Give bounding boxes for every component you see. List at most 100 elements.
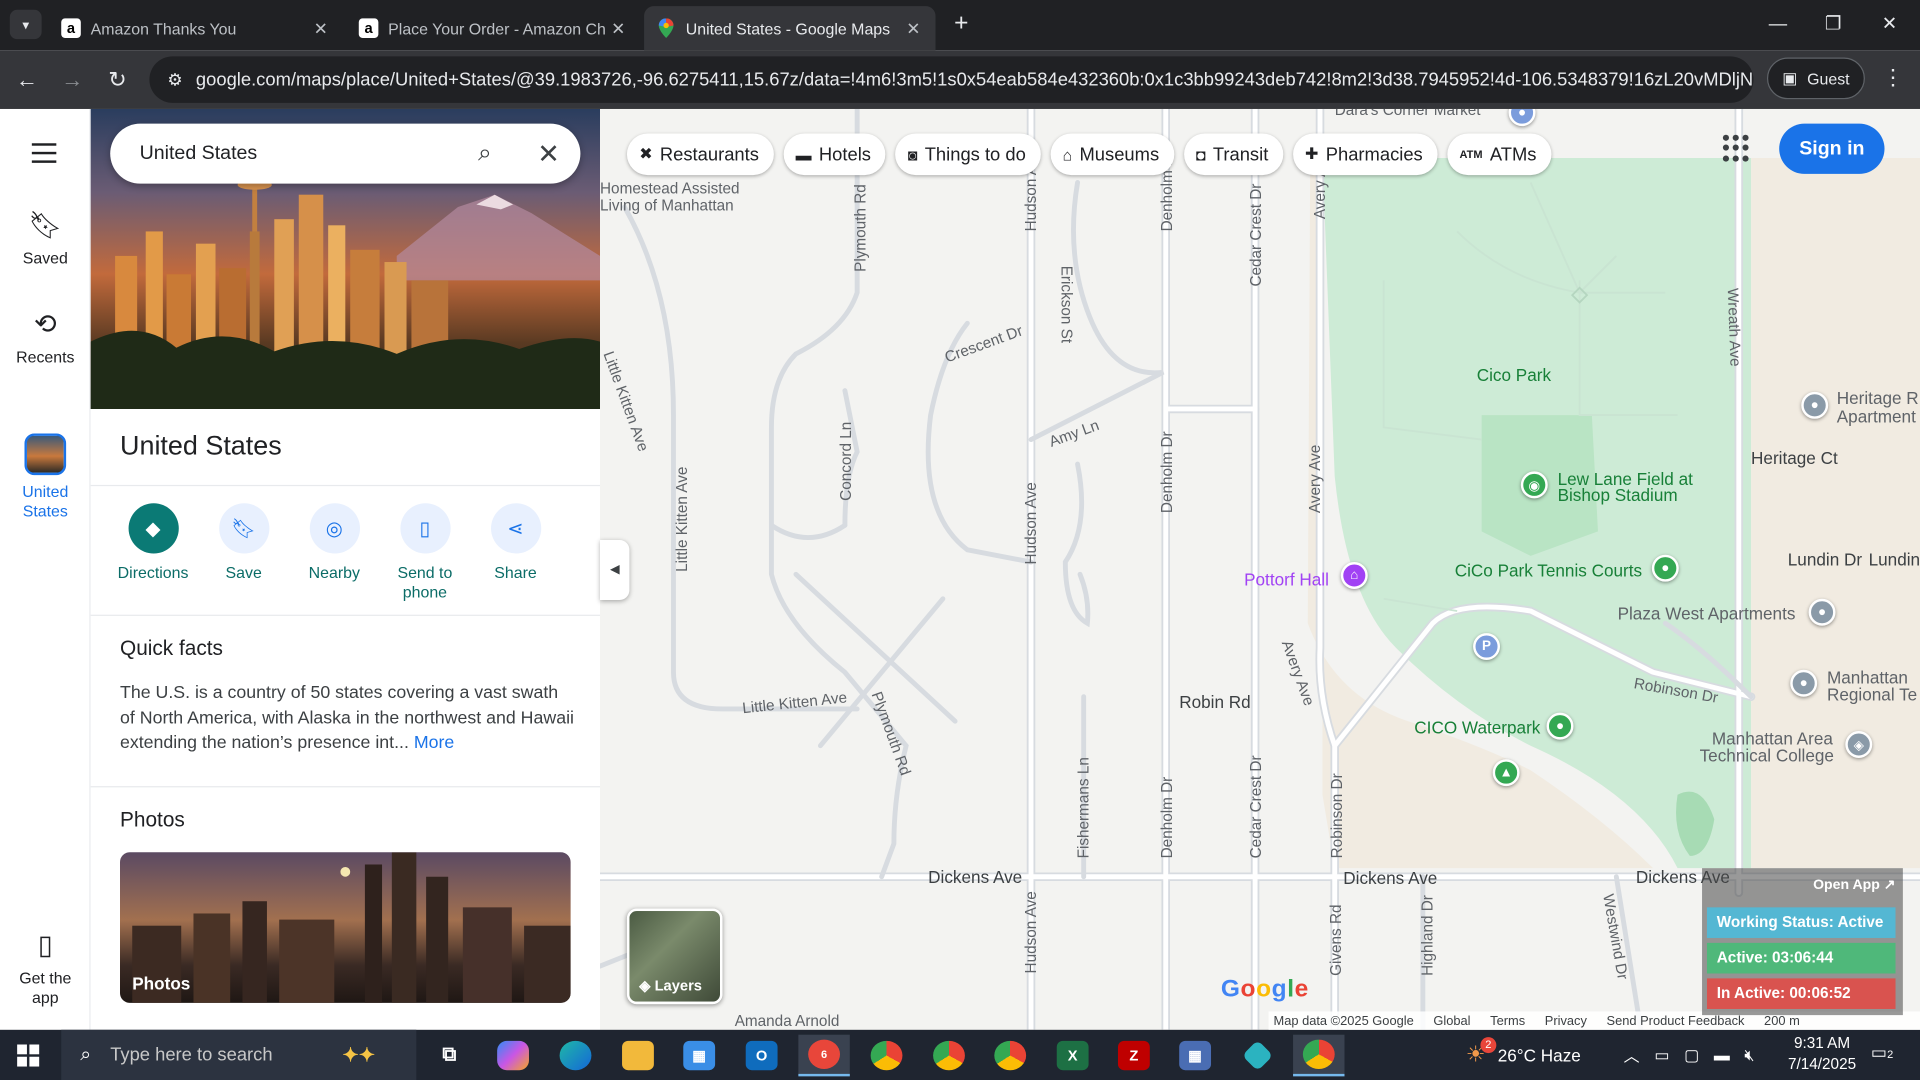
search-highlight-icon[interactable]: ✦✦ [333,1035,384,1077]
site-info-icon[interactable]: ⚙ [154,69,196,90]
browser-menu-icon[interactable]: ⋮ [1878,65,1907,91]
file-explorer-icon[interactable] [612,1035,663,1077]
edge-icon[interactable] [550,1035,601,1077]
poi-label[interactable]: Plaza West Apartments [1618,604,1796,624]
url-text[interactable]: google.com/maps/place/United+States/@39.… [196,69,1754,90]
poi-label[interactable]: Regional Te [1827,684,1917,704]
nearby-button[interactable]: ◎ Nearby [289,503,380,602]
feedback-link[interactable]: Send Product Feedback [1607,1013,1745,1028]
new-tab-button[interactable]: + [948,10,975,39]
search-input[interactable] [110,142,454,165]
rail-item-recents[interactable]: ⟲ Recents [0,309,91,367]
venue-pin-icon[interactable]: ⌂ [1340,562,1368,589]
excel-icon[interactable]: X [1047,1035,1098,1077]
poi-label[interactable]: CiCo Park Tennis Courts [1455,561,1642,581]
poi-label[interactable]: Cico Park [1477,365,1551,385]
open-app-link[interactable]: Open App ↗ [1813,876,1895,893]
forward-icon[interactable]: → [56,64,88,96]
apartment-pin-icon[interactable]: ● [1801,391,1829,419]
weather-widget[interactable]: ☀ 2 26°C Haze [1466,1030,1581,1080]
search-box[interactable]: ⌕ ✕ [110,123,581,184]
filezilla-icon[interactable]: Z [1108,1035,1159,1077]
copilot-icon[interactable] [487,1035,538,1077]
chip-transit[interactable]: ◘ Transit [1183,133,1284,176]
sign-in-button[interactable]: Sign in [1779,123,1885,174]
address-bar[interactable]: ⚙ google.com/maps/place/United+States/@3… [149,56,1753,103]
tennis-pin-icon[interactable]: ● [1651,554,1679,582]
calculator-icon[interactable]: ▦ [1169,1035,1220,1077]
school-pin-icon[interactable]: ● [1790,669,1818,697]
tab-search-button[interactable]: ▾ [9,9,42,40]
close-window-icon[interactable]: ✕ [1862,7,1916,41]
privacy-link[interactable]: Privacy [1545,1013,1587,1028]
chrome-profile-1-icon[interactable] [861,1035,912,1077]
notification-icon[interactable]: ▭2 [1866,1042,1898,1069]
chip-pharmacies[interactable]: ✚ Pharmacies [1292,133,1438,176]
chrome-profile-2-icon[interactable] [923,1035,974,1077]
teams-app-icon[interactable]: 6 [798,1034,850,1077]
poi-label[interactable]: Pottorf Hall [1244,569,1329,589]
device-icon[interactable]: ▢ [1684,1045,1699,1065]
chip-hotels[interactable]: ▬ Hotels [783,133,886,176]
tab-amazon-thanks[interactable]: a Amazon Thanks You ✕ [49,6,343,50]
reload-icon[interactable]: ↻ [102,64,134,96]
poi-label[interactable]: CICO Waterpark [1414,718,1540,738]
tab-place-order[interactable]: a Place Your Order - Amazon Che ✕ [347,6,641,50]
display-icon[interactable]: ▭ [1654,1045,1669,1065]
rail-item-saved[interactable]: 🔖︎ Saved [0,209,91,267]
mute-icon[interactable]: 🔇︎ [1744,1045,1754,1065]
close-icon[interactable]: ✕ [517,138,581,170]
college-pin-icon[interactable]: ◈ [1845,731,1873,758]
minimize-icon[interactable]: — [1751,7,1805,41]
directions-button[interactable]: ◆ Directions [108,503,199,602]
photos-card[interactable]: Photos [120,852,571,1003]
more-link[interactable]: More [414,733,454,753]
tab-close-icon[interactable]: ✕ [309,18,333,39]
app-diamond-icon[interactable] [1232,1035,1283,1077]
store-icon[interactable]: ▦ [673,1035,724,1077]
chip-atms[interactable]: ATM ATMs [1447,133,1552,176]
global-link[interactable]: Global [1433,1013,1470,1028]
terms-link[interactable]: Terms [1490,1013,1525,1028]
profile-button[interactable]: ▣ Guest [1766,57,1865,100]
battery-icon[interactable]: ▬ [1714,1046,1730,1064]
tab-google-maps[interactable]: United States - Google Maps ✕ [644,6,936,51]
search-icon[interactable]: ⌕ [453,140,517,168]
layers-button[interactable]: ◈ Layers [626,908,723,1005]
chrome-profile-3-icon[interactable] [984,1035,1035,1077]
collapse-panel-button[interactable]: ◀ [600,540,630,601]
scale-label[interactable]: 200 m [1764,1013,1800,1028]
chip-restaurants[interactable]: ✖︎ Restaurants [626,133,774,176]
chip-museums[interactable]: ⌂ Museums [1050,133,1174,176]
chevron-up-icon[interactable]: ︿ [1624,1043,1640,1066]
chrome-icon[interactable] [1293,1034,1345,1077]
waterpark-pin-icon[interactable]: ● [1546,712,1574,740]
poi-label[interactable]: Bishop Stadium [1558,485,1678,505]
chip-things-to-do[interactable]: ◙ Things to do [895,133,1041,176]
share-button[interactable]: ⋖ Share [470,503,561,602]
tab-close-icon[interactable]: ✕ [901,18,925,39]
browser-toolbar: ← → ↻ ⚙ google.com/maps/place/United+Sta… [0,50,1920,109]
poi-label[interactable]: Apartment [1837,407,1916,427]
rail-item-united-states[interactable]: United States [0,433,91,521]
poi-label[interactable]: Technical College [1700,746,1834,766]
tab-close-icon[interactable]: ✕ [606,18,630,39]
apartment-pin-icon[interactable]: ● [1808,598,1836,626]
windows-start-icon[interactable] [17,1044,40,1067]
outlook-icon[interactable]: O [736,1035,787,1077]
google-apps-icon[interactable] [1722,134,1750,162]
poi-label[interactable]: Heritage R [1837,388,1919,408]
restore-icon[interactable]: ❐ [1806,7,1860,41]
parking-pin-icon[interactable]: P [1473,633,1501,661]
stadium-pin-icon[interactable]: ◉ [1520,471,1548,499]
back-icon[interactable]: ← [11,64,43,96]
map-label: Cedar Crest Dr [1247,183,1265,287]
save-button[interactable]: 🔖︎ Save [198,503,289,602]
task-view-icon[interactable]: ⧉ [424,1035,475,1077]
chip-label: Transit [1212,143,1269,165]
menu-icon[interactable] [31,143,57,169]
taskbar-clock[interactable]: 9:31 AM 7/14/2025 [1778,1033,1866,1075]
rail-item-get-app[interactable]: ▯ Get the app [0,929,91,1007]
tree-pin-icon[interactable]: ▲ [1492,759,1520,787]
send-to-phone-button[interactable]: ▯ Send to phone [380,503,471,602]
